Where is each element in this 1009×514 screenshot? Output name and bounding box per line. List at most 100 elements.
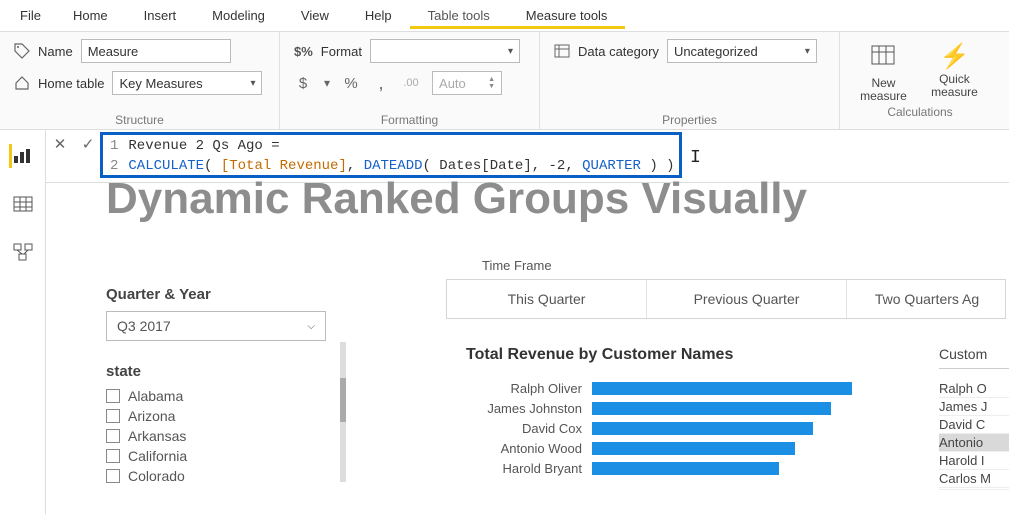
data-category-label: Data category — [578, 44, 659, 59]
timeframe-tabs: This QuarterPrevious QuarterTwo Quarters… — [446, 279, 1006, 319]
tab-view[interactable]: View — [283, 2, 347, 29]
scrollbar-thumb[interactable] — [340, 378, 346, 422]
slicer-heading: Quarter & Year — [106, 286, 326, 303]
state-label: California — [128, 448, 187, 464]
group-label-formatting: Formatting — [294, 111, 525, 127]
bar-track — [592, 421, 916, 436]
state-label: Arizona — [128, 408, 175, 424]
lightning-icon: ⚡ — [940, 42, 970, 71]
ribbon: Name Measure Home table Key Measures▾ St… — [0, 32, 1009, 130]
tab-modeling[interactable]: Modeling — [194, 2, 283, 29]
chevron-down-icon: ⌵ — [307, 321, 315, 332]
chevron-down-icon: ▾ — [805, 46, 810, 57]
timeframe-tab[interactable]: Previous Quarter — [647, 280, 847, 318]
chart-bar-row: Harold Bryant — [446, 458, 916, 478]
state-checkbox-item[interactable]: Colorado — [106, 466, 326, 486]
bar-fill — [592, 402, 831, 415]
name-label: Name — [38, 44, 73, 59]
chevron-down-icon: ▾ — [250, 78, 255, 89]
cancel-formula-button[interactable]: ✕ — [46, 130, 74, 158]
home-table-select[interactable]: Key Measures▾ — [112, 71, 262, 95]
model-view-button[interactable] — [9, 240, 37, 264]
percent-button[interactable]: % — [342, 75, 360, 92]
timeframe-tab[interactable]: This Quarter — [447, 280, 647, 318]
checkbox-icon — [106, 469, 120, 483]
home-icon — [14, 75, 30, 91]
checkbox-icon — [106, 409, 120, 423]
category-icon — [554, 43, 570, 59]
customer-list-item[interactable]: David C — [939, 416, 1009, 434]
page-title: Dynamic Ranked Groups Visually — [106, 174, 1009, 224]
name-input[interactable]: Measure — [81, 39, 231, 63]
customer-list-item[interactable]: Harold I — [939, 452, 1009, 470]
state-checkbox-item[interactable]: Arkansas — [106, 426, 326, 446]
slicer-panel: Quarter & Year Q3 2017 ⌵ state Alabama Ar… — [106, 286, 326, 486]
quick-measure-button[interactable]: ⚡ Quick measure — [929, 42, 980, 103]
state-heading: state — [106, 363, 326, 380]
menu-tabstrip: File Home Insert Modeling View Help Tabl… — [0, 0, 1009, 32]
data-view-button[interactable] — [9, 192, 37, 216]
state-label: Arkansas — [128, 428, 186, 444]
quarter-year-dropdown[interactable]: Q3 2017 ⌵ — [106, 311, 326, 341]
slicer-scrollbar[interactable] — [340, 342, 346, 482]
timeframe-tab[interactable]: Two Quarters Ag — [847, 280, 1007, 318]
bar-label: Harold Bryant — [446, 461, 592, 476]
view-rail — [0, 130, 46, 514]
state-slicer: state Alabama Arizona Arkansas California Co… — [106, 363, 326, 486]
tab-home[interactable]: Home — [55, 2, 126, 29]
home-table-label: Home table — [38, 76, 104, 91]
chart-bar-row: Ralph Oliver — [446, 378, 916, 398]
commit-formula-button[interactable]: ✓ — [74, 130, 102, 158]
chart-bar-row: Antonio Wood — [446, 438, 916, 458]
bar-fill — [592, 462, 779, 475]
timeframe-label: Time Frame — [482, 258, 1009, 273]
state-checkbox-item[interactable]: Alabama — [106, 386, 326, 406]
stepper-down-icon[interactable]: ▼ — [488, 83, 495, 90]
decimals-input[interactable]: Auto ▲▼ — [432, 71, 502, 95]
comma-button[interactable]: , — [372, 73, 390, 94]
checkbox-icon — [106, 449, 120, 463]
group-label-properties: Properties — [554, 111, 825, 127]
ribbon-group-structure: Name Measure Home table Key Measures▾ St… — [0, 32, 280, 129]
format-icon: $% — [294, 44, 313, 59]
tab-file[interactable]: File — [6, 2, 55, 29]
customer-list-heading: Custom — [939, 346, 1009, 369]
tab-help[interactable]: Help — [347, 2, 410, 29]
bar-track — [592, 381, 916, 396]
bar-track — [592, 461, 916, 476]
bar-track — [592, 441, 916, 456]
customer-list-item[interactable]: Antonio — [939, 434, 1009, 452]
customer-list-item[interactable]: James J — [939, 398, 1009, 416]
tab-table-tools[interactable]: Table tools — [410, 2, 508, 29]
report-view-button[interactable] — [9, 144, 37, 168]
customer-list-panel: Custom Ralph OJames JDavid CAntonioHarol… — [939, 346, 1009, 490]
currency-button[interactable]: $ — [294, 75, 312, 92]
bar-label: James Johnston — [446, 401, 592, 416]
stepper-up-icon[interactable]: ▲ — [488, 76, 495, 83]
bar-label: Antonio Wood — [446, 441, 592, 456]
data-category-select[interactable]: Uncategorized▾ — [667, 39, 817, 63]
checkbox-icon — [106, 389, 120, 403]
chart-title: Total Revenue by Customer Names — [466, 346, 916, 364]
customer-list-item[interactable]: Ralph O — [939, 380, 1009, 398]
text-cursor-icon: I — [690, 148, 701, 168]
tag-icon — [14, 43, 30, 59]
format-select[interactable]: ▾ — [370, 39, 520, 63]
revenue-chart: Total Revenue by Customer Names Ralph Ol… — [446, 346, 916, 478]
ribbon-group-properties: Data category Uncategorized▾ Properties — [540, 32, 840, 129]
checkbox-icon — [106, 429, 120, 443]
customer-list-item[interactable]: Carlos M — [939, 470, 1009, 488]
tab-insert[interactable]: Insert — [126, 2, 195, 29]
tab-measure-tools[interactable]: Measure tools — [508, 2, 626, 29]
bar-fill — [592, 442, 795, 455]
decimals-icon: .00 — [402, 77, 420, 89]
state-checkbox-item[interactable]: California — [106, 446, 326, 466]
bar-track — [592, 401, 916, 416]
state-label: Alabama — [128, 388, 183, 404]
state-label: Colorado — [128, 468, 185, 484]
chart-bar-row: David Cox — [446, 418, 916, 438]
state-checkbox-item[interactable]: Arizona — [106, 406, 326, 426]
ribbon-group-formatting: $% Format ▾ $ ▾ % , .00 Auto ▲▼ Formatti… — [280, 32, 540, 129]
group-label-structure: Structure — [14, 111, 265, 127]
new-measure-button[interactable]: New measure — [860, 42, 907, 103]
